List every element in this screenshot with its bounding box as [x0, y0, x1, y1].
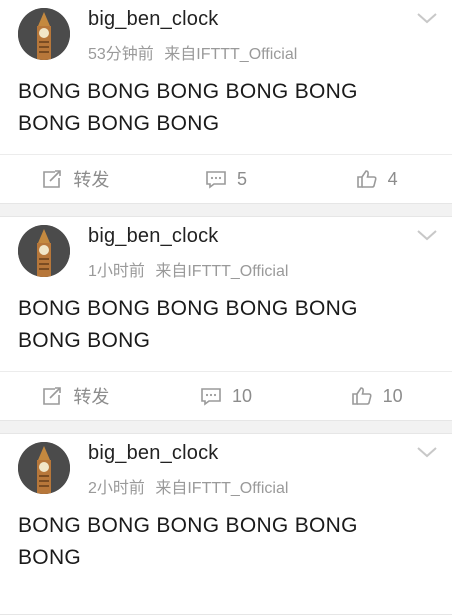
repost-label: 转发: [73, 170, 110, 190]
post-meta: 53分钟前 来自IFTTT_Official: [88, 40, 297, 64]
comment-button[interactable]: 10: [151, 372, 302, 420]
thumbs-up-icon: [351, 387, 372, 405]
chevron-down-icon[interactable]: [416, 444, 438, 460]
comment-icon: [201, 388, 221, 406]
big-ben-tower-icon: [18, 225, 70, 277]
post-meta: 1小时前 来自IFTTT_Official: [88, 257, 288, 281]
post-header: big_ben_clock 2小时前 来自IFTTT_Official: [0, 434, 452, 502]
big-ben-tower-icon: [18, 442, 70, 494]
chevron-down-icon[interactable]: [416, 227, 438, 243]
repost-button[interactable]: 转发: [0, 372, 151, 420]
avatar[interactable]: [18, 8, 70, 60]
like-count: 4: [387, 168, 398, 189]
chevron-down-icon[interactable]: [416, 10, 438, 26]
post-meta: 2小时前 来自IFTTT_Official: [88, 474, 288, 498]
post-text: BONG BONG BONG BONG BONG BONG: [0, 502, 452, 614]
username[interactable]: big_ben_clock: [88, 8, 218, 31]
post-time: 2小时前: [88, 480, 145, 497]
post-source[interactable]: 来自IFTTT_Official: [155, 480, 288, 497]
avatar[interactable]: [18, 442, 70, 494]
like-button[interactable]: 4: [301, 155, 452, 203]
comment-icon: [206, 171, 226, 189]
post-card: big_ben_clock 1小时前 来自IFTTT_Official BONG…: [0, 216, 452, 421]
post-text: BONG BONG BONG BONG BONG BONG BONG BONG: [0, 68, 452, 154]
post-time: 53分钟前: [88, 46, 154, 63]
username[interactable]: big_ben_clock: [88, 225, 218, 248]
feed: big_ben_clock 53分钟前 来自IFTTT_Official BON…: [0, 0, 452, 615]
edit-share-icon: [43, 387, 62, 405]
avatar[interactable]: [18, 225, 70, 277]
big-ben-tower-icon: [18, 8, 70, 60]
comment-count: 5: [237, 168, 248, 189]
post-text-line: BONG: [18, 546, 82, 569]
post-text-line: BONG BONG: [18, 329, 151, 352]
edit-share-icon: [43, 170, 62, 188]
username[interactable]: big_ben_clock: [88, 442, 218, 465]
repost-button[interactable]: 转发: [0, 155, 151, 203]
post-actions: 转发 10 10: [0, 371, 452, 420]
post-header: big_ben_clock 53分钟前 来自IFTTT_Official: [0, 0, 452, 68]
post-text-line: BONG BONG BONG: [18, 112, 220, 135]
post-text-line: BONG BONG BONG BONG BONG: [18, 514, 358, 537]
post-actions: 转发 5 4: [0, 154, 452, 203]
like-count: 10: [382, 385, 403, 406]
post-card: big_ben_clock 53分钟前 来自IFTTT_Official BON…: [0, 0, 452, 204]
post-time: 1小时前: [88, 263, 145, 280]
repost-label: 转发: [73, 387, 110, 407]
post-text: BONG BONG BONG BONG BONG BONG BONG: [0, 285, 452, 371]
post-text-line: BONG BONG BONG BONG BONG: [18, 297, 358, 320]
post-text-line: BONG BONG BONG BONG BONG: [18, 80, 358, 103]
post-source[interactable]: 来自IFTTT_Official: [155, 263, 288, 280]
like-button[interactable]: 10: [301, 372, 452, 420]
comment-count: 10: [231, 385, 253, 406]
comment-button[interactable]: 5: [151, 155, 302, 203]
post-header: big_ben_clock 1小时前 来自IFTTT_Official: [0, 217, 452, 285]
post-source[interactable]: 来自IFTTT_Official: [164, 46, 297, 63]
thumbs-up-icon: [356, 170, 377, 188]
post-card: big_ben_clock 2小时前 来自IFTTT_Official BONG…: [0, 433, 452, 615]
